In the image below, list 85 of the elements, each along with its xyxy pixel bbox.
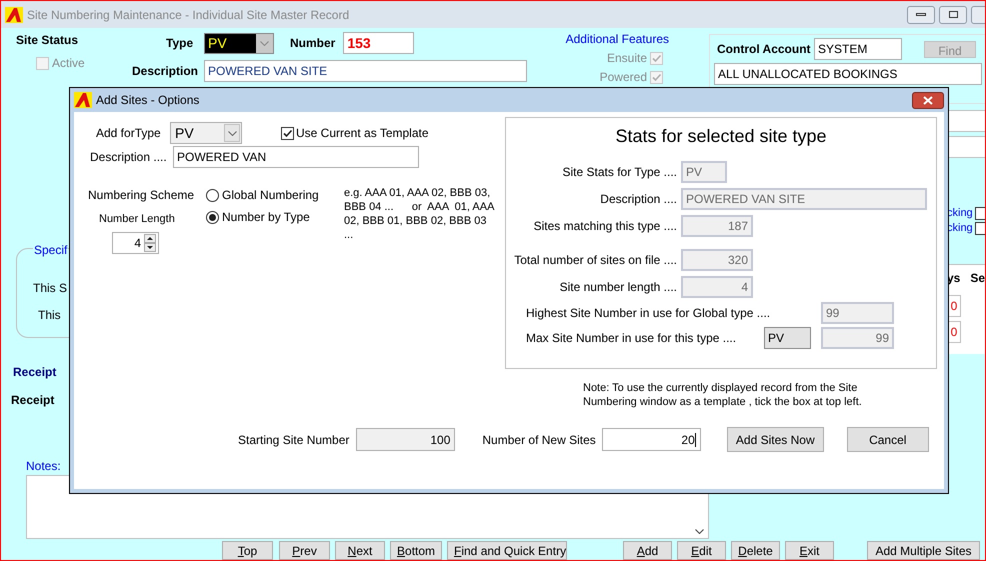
chevron-down-icon xyxy=(260,40,269,46)
toolbar-button[interactable]: Delete xyxy=(731,541,780,560)
toolbar-button[interactable]: Prev xyxy=(279,541,330,560)
example-text: e.g. AAA 01, AAA 02, BBB 03, BBB 04 ... or AAA 01, AAA 02, BBB 01, BBB 02, BBB 03 ... xyxy=(344,186,494,243)
section-title: Additional Features xyxy=(566,31,669,48)
maximize-button[interactable] xyxy=(939,6,967,24)
number-field[interactable]: 153 xyxy=(343,32,414,54)
stat-field: 187 xyxy=(681,215,753,237)
stat-field: PV xyxy=(681,161,727,183)
radio-label: Number by Type xyxy=(222,209,310,226)
checkbox-label: Active xyxy=(52,55,85,72)
toolbar-button[interactable]: Bottom xyxy=(390,541,442,560)
stat-label: Site Stats for Type .... xyxy=(562,164,678,181)
field-label: Receipt xyxy=(11,392,54,409)
toolbar-button[interactable]: Edit xyxy=(677,541,726,560)
window-title: Site Numbering Maintenance - Individual Site Master Record xyxy=(27,6,350,24)
toolbar-button[interactable]: Add xyxy=(623,541,672,560)
checkbox[interactable] xyxy=(974,222,985,235)
type-field: PV xyxy=(764,327,811,349)
arrow-down-icon[interactable] xyxy=(144,242,156,252)
type-dropdown[interactable]: PV xyxy=(170,122,242,144)
field-label: This S xyxy=(33,280,68,297)
stat-label: Sites matching this type .... xyxy=(532,218,678,235)
field-label: Type xyxy=(166,35,194,52)
cancel-button[interactable]: Cancel xyxy=(846,427,929,452)
checkbox-label: Ensuite xyxy=(606,50,647,67)
radio-button[interactable] xyxy=(206,188,219,202)
field-label: Receipt xyxy=(13,364,56,381)
toolbar-button[interactable]: Top xyxy=(222,541,273,560)
field-label: Starting Site Number xyxy=(238,432,350,448)
field-label: Description xyxy=(130,63,198,80)
stat-label: Description .... xyxy=(599,191,678,208)
field-label: This xyxy=(38,307,61,324)
stat-field: 4 xyxy=(681,276,753,298)
field-label: Number of New Sites xyxy=(482,432,596,448)
checkbox-label: Powered xyxy=(600,69,647,86)
checkbox[interactable] xyxy=(974,207,985,220)
toolbar-button[interactable]: Exit xyxy=(785,541,834,560)
field-label: Numbering Scheme xyxy=(88,187,194,204)
field-label: Control Account xyxy=(717,41,812,58)
stat-field: 99 xyxy=(821,327,894,349)
account-name-field[interactable]: ALL UNALLOCATED BOOKINGS xyxy=(714,63,982,85)
stat-label: Site number length .... xyxy=(558,279,678,296)
field-label: Site Status xyxy=(16,32,80,49)
account-field[interactable]: SYSTEM xyxy=(814,38,902,60)
toolbar-button[interactable]: Add Multiple Sites xyxy=(867,541,980,560)
new-sites-field[interactable]: 20 xyxy=(602,428,701,451)
close-icon xyxy=(923,96,933,104)
add-sites-button[interactable]: Add Sites Now xyxy=(726,427,824,452)
field-label: Add forType xyxy=(96,125,162,142)
stat-label: Max Site Number in use for this type .... xyxy=(526,330,738,347)
stat-field: POWERED VAN SITE xyxy=(681,188,927,210)
number-spinner[interactable]: 4 xyxy=(112,232,159,254)
notes-label: Notes: xyxy=(26,458,61,475)
input-field[interactable] xyxy=(947,110,985,132)
note-text: Note: To use the currently displayed record from the Site Numbering window as a template , tick the box at top left. xyxy=(583,381,863,409)
template-checkbox[interactable] xyxy=(281,126,294,140)
field-label: Number xyxy=(290,35,336,52)
description-field[interactable]: POWERED VAN SITE xyxy=(204,60,527,82)
app-logo-icon xyxy=(5,6,23,22)
checkbox-label: Use Current as Template xyxy=(296,125,429,142)
chevron-down-icon xyxy=(695,529,704,534)
description-field[interactable]: POWERED VAN xyxy=(173,146,419,168)
feature-checkbox[interactable] xyxy=(650,70,663,84)
stat-field: 320 xyxy=(681,249,753,271)
column-header: Se xyxy=(970,270,985,287)
chevron-down-icon xyxy=(228,130,236,136)
stat-label: Highest Site Number in use for Global type .... xyxy=(526,305,772,322)
starting-number-field: 100 xyxy=(356,428,456,451)
input-field[interactable] xyxy=(947,136,985,158)
field-label: Description .... xyxy=(90,149,168,166)
toolbar-button[interactable]: Next xyxy=(335,541,385,560)
dialog-title: Add Sites - Options xyxy=(96,92,200,109)
arrow-up-icon[interactable] xyxy=(144,234,156,242)
panel-title: Stats for selected site type xyxy=(614,125,828,148)
stat-field: 99 xyxy=(821,302,894,324)
app-logo-icon xyxy=(74,92,92,108)
field-label: Number Length xyxy=(99,212,175,227)
stat-label: Total number of sites on file .... xyxy=(513,252,678,269)
minimize-button[interactable] xyxy=(907,6,935,24)
radio-label: Global Numbering xyxy=(222,187,319,204)
toolbar-button[interactable]: Find and Quick Entry xyxy=(447,541,567,560)
type-dropdown[interactable]: PV xyxy=(204,32,274,54)
radio-button[interactable] xyxy=(206,210,219,224)
feature-checkbox[interactable] xyxy=(650,52,663,64)
